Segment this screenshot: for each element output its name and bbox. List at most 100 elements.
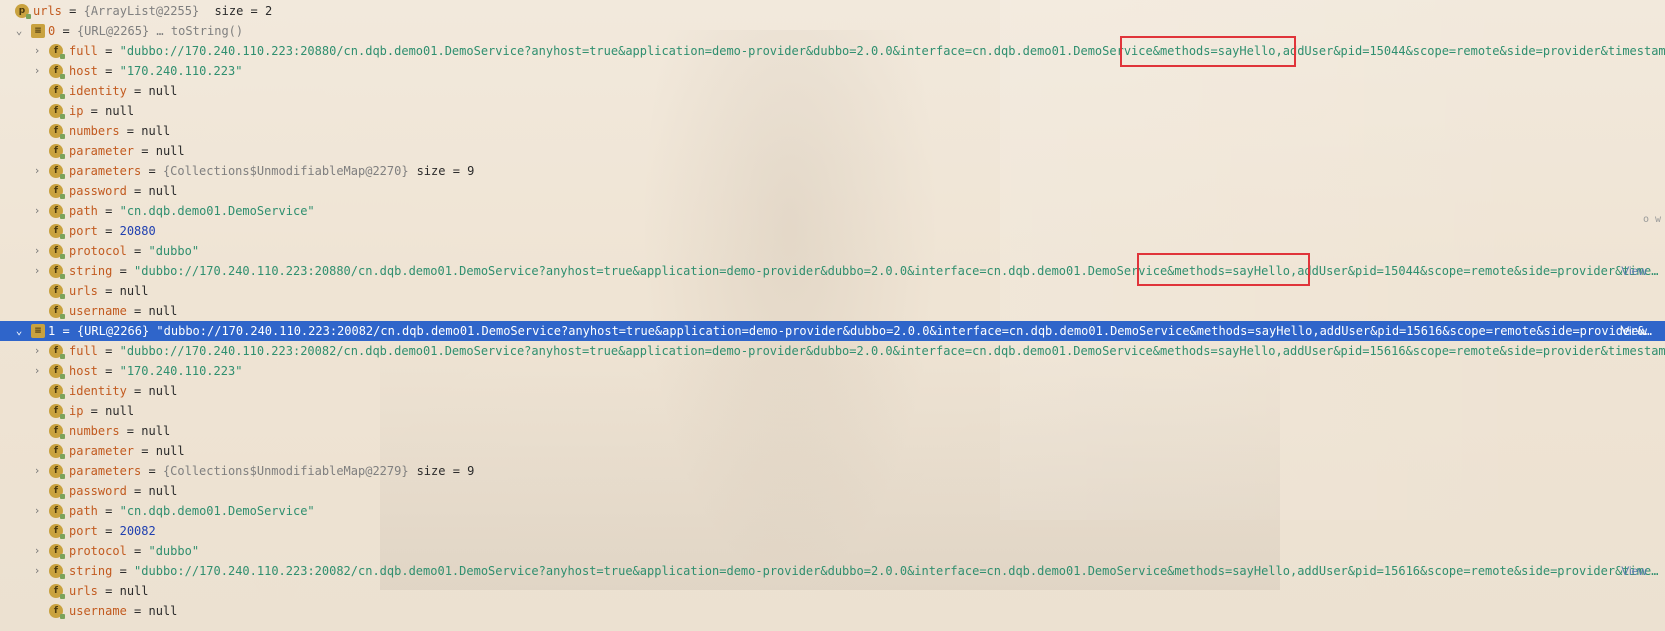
var-name: urls (33, 4, 62, 18)
equals-sign: = (126, 244, 149, 258)
chevron-right-icon[interactable]: › (31, 541, 43, 561)
field-badge-icon: f (49, 424, 65, 439)
tree-row-field-string[interactable]: › f string = "dubbo://170.240.110.223:2088… (0, 261, 1665, 281)
tree-row-urls[interactable]: p urls = {ArrayList@2255} size = 2 (0, 1, 1665, 21)
tree-row-item-1[interactable]: ⌄ ≡ 1 = {URL@2266} "dubbo://170.240.110.… (0, 321, 1665, 341)
field-badge-icon: f (49, 564, 65, 579)
field-name: parameter (69, 144, 135, 158)
field-badge-icon: f (49, 584, 65, 599)
field-name: port (69, 524, 98, 538)
tree-row-field-full[interactable]: › f full = "dubbo://170.240.110.223:20880/… (0, 41, 1665, 61)
field-badge-icon: f (49, 164, 65, 179)
field-name: parameters (69, 164, 142, 178)
tree-row-field-parameter[interactable]: f parameter = null (0, 141, 1665, 161)
chevron-right-icon[interactable]: › (31, 501, 43, 521)
field-name: identity (69, 384, 127, 398)
tree-row-field-identity[interactable]: f identity = null (0, 381, 1665, 401)
field-name: path (69, 204, 98, 218)
field-badge-icon: f (49, 144, 65, 159)
tree-row-field-parameters[interactable]: › f parameters = {Collections$Unmodifiable… (0, 161, 1665, 181)
chevron-right-icon[interactable]: › (31, 161, 43, 181)
view-link[interactable]: View (1621, 561, 1647, 581)
tree-row-field-host[interactable]: › f host = "170.240.110.223" (0, 61, 1665, 81)
field-badge-icon: f (49, 544, 65, 559)
tree-row-field-urls[interactable]: f urls = null (0, 581, 1665, 601)
tree-row-field-ip[interactable]: f ip = null (0, 401, 1665, 421)
tree-row-field-password[interactable]: f password = null (0, 481, 1665, 501)
field-name: username (69, 304, 127, 318)
tree-row-field-username[interactable]: f username = null (0, 601, 1665, 621)
equals-sign: = (126, 604, 149, 618)
field-value: {Collections$UnmodifiableMap@2279} (162, 464, 409, 478)
tree-row-field-identity[interactable]: f identity = null (0, 81, 1665, 101)
tree-row-field-host[interactable]: › f host = "170.240.110.223" (0, 361, 1665, 381)
field-value: null (141, 124, 171, 138)
field-value: null (141, 424, 171, 438)
chevron-right-icon[interactable]: › (31, 241, 43, 261)
tree-row-field-path[interactable]: › f path = "cn.dqb.demo01.DemoService" (0, 501, 1665, 521)
field-name: numbers (69, 124, 120, 138)
field-name: port (69, 224, 98, 238)
field-value: "dubbo://170.240.110.223:20082/cn.dqb.de… (134, 564, 1659, 578)
chevron-right-icon[interactable]: › (31, 61, 43, 81)
tree-row-field-port[interactable]: f port = 20082 (0, 521, 1665, 541)
field-value: "dubbo://170.240.110.223:20082/cn.dqb.de… (119, 344, 1665, 358)
chevron-right-icon[interactable]: › (31, 41, 43, 61)
field-value: null (119, 584, 149, 598)
var-type: {URL@2266} (76, 324, 150, 338)
tree-row-field-numbers[interactable]: f numbers = null (0, 121, 1665, 141)
field-badge-icon: f (49, 64, 65, 79)
field-value: null (148, 384, 178, 398)
field-badge-icon: f (49, 484, 65, 499)
chevron-right-icon[interactable]: › (31, 201, 43, 221)
tree-row-field-numbers[interactable]: f numbers = null (0, 421, 1665, 441)
field-name: full (69, 44, 98, 58)
chevron-right-icon[interactable]: › (31, 341, 43, 361)
field-value: null (105, 104, 135, 118)
field-value: "dubbo" (148, 544, 200, 558)
chevron-right-icon[interactable]: › (31, 461, 43, 481)
tree-row-field-port[interactable]: f port = 20880 (0, 221, 1665, 241)
field-name: urls (69, 284, 98, 298)
tree-row-field-parameters[interactable]: › f parameters = {Collections$Unmodifiable… (0, 461, 1665, 481)
equals-sign: = (126, 484, 149, 498)
chevron-right-icon[interactable]: › (31, 261, 43, 281)
tree-row-field-password[interactable]: f password = null (0, 181, 1665, 201)
field-badge-icon: f (49, 304, 65, 319)
field-value: null (155, 444, 185, 458)
chevron-down-icon[interactable]: ⌄ (13, 321, 25, 341)
tostring-link[interactable]: … toString() (156, 24, 243, 38)
field-value: "dubbo://170.240.110.223:20880/cn.dqb.de… (119, 44, 1665, 58)
field-name: path (69, 504, 98, 518)
parameter-badge-icon: p (15, 4, 31, 19)
tree-row-field-path[interactable]: › f path = "cn.dqb.demo01.DemoService" (0, 201, 1665, 221)
view-link[interactable]: View (1621, 321, 1647, 341)
field-name: password (69, 484, 127, 498)
equals-sign: = (112, 264, 135, 278)
chevron-right-icon[interactable]: › (31, 561, 43, 581)
equals-sign: = (141, 164, 163, 178)
tree-row-field-string[interactable]: › f string = "dubbo://170.240.110.223:2008… (0, 561, 1665, 581)
tree-row-field-username[interactable]: f username = null (0, 301, 1665, 321)
field-badge-icon: f (49, 184, 65, 199)
field-value: "170.240.110.223" (119, 64, 243, 78)
tree-row-field-ip[interactable]: f ip = null (0, 101, 1665, 121)
chevron-down-icon[interactable]: ⌄ (13, 21, 25, 41)
field-value: null (148, 484, 178, 498)
chevron-right-icon[interactable]: › (31, 361, 43, 381)
var-type: {ArrayList@2255} (83, 4, 200, 18)
tree-row-field-urls[interactable]: f urls = null (0, 281, 1665, 301)
tree-row-field-protocol[interactable]: › f protocol = "dubbo" (0, 541, 1665, 561)
field-name: host (69, 364, 98, 378)
field-value: null (148, 304, 178, 318)
field-badge-icon: f (49, 84, 65, 99)
view-link[interactable]: View (1621, 261, 1647, 281)
field-badge-icon: f (49, 284, 65, 299)
field-badge-icon: f (49, 104, 65, 119)
tree-row-item-0[interactable]: ⌄ ≡ 0 = {URL@2265} … toString() (0, 21, 1665, 41)
tree-row-field-parameter[interactable]: f parameter = null (0, 441, 1665, 461)
equals-sign: = (126, 184, 149, 198)
field-value: "cn.dqb.demo01.DemoService" (119, 204, 315, 218)
tree-row-field-protocol[interactable]: › f protocol = "dubbo" (0, 241, 1665, 261)
tree-row-field-full[interactable]: › f full = "dubbo://170.240.110.223:20082/… (0, 341, 1665, 361)
